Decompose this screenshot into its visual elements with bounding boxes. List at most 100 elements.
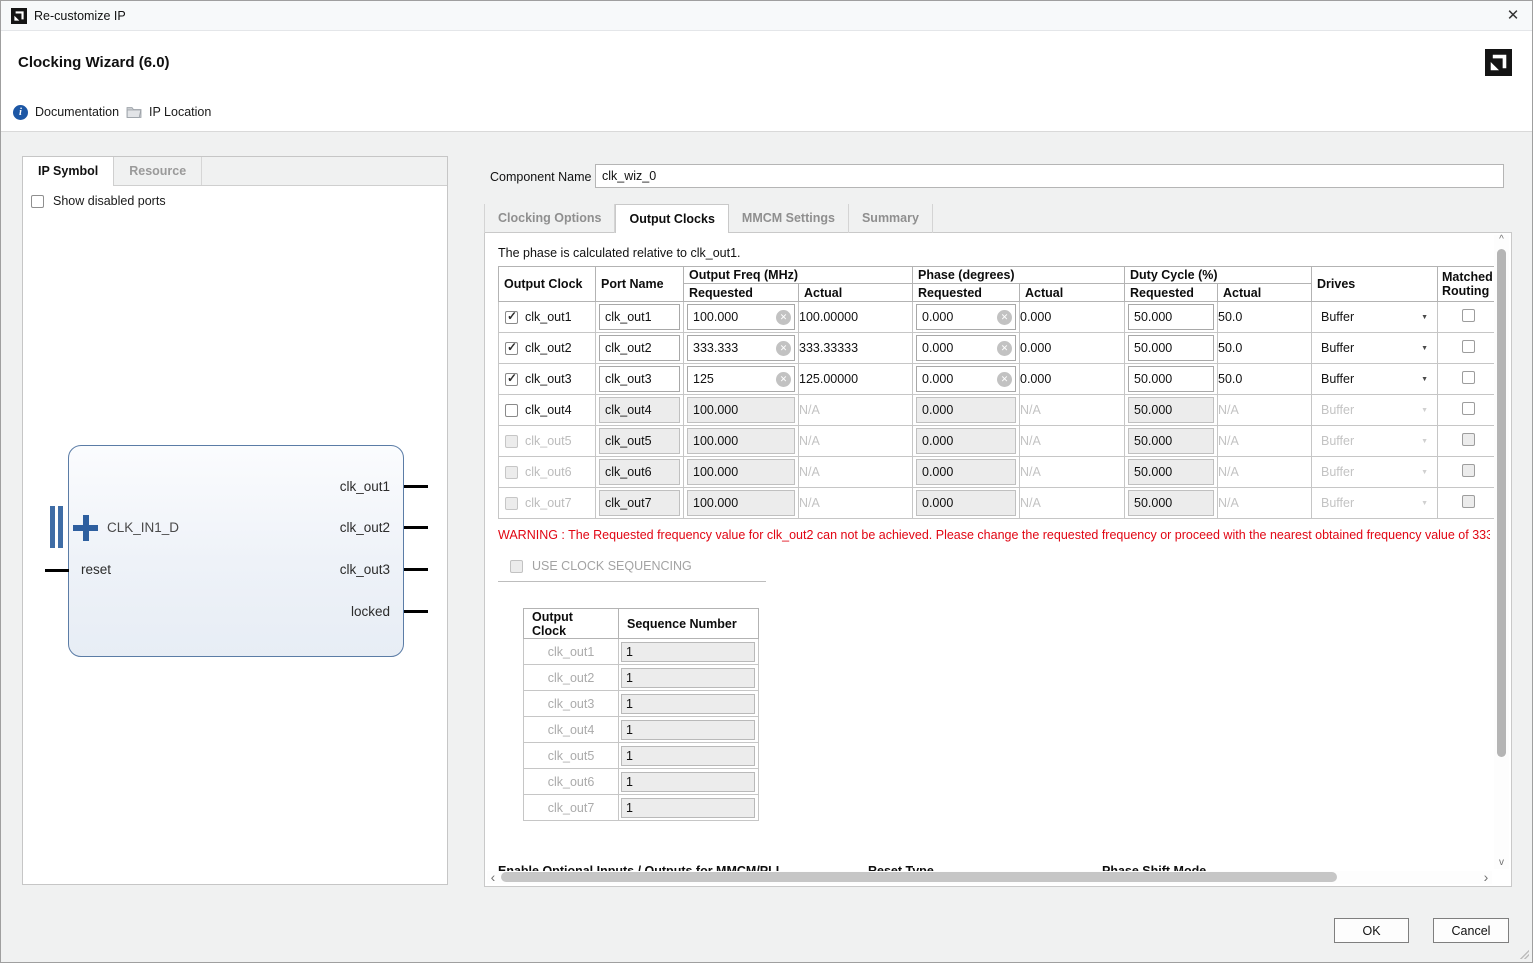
clk-out4-enable-checkbox[interactable] bbox=[505, 404, 518, 417]
clk-out3-enable-checkbox[interactable]: ✓ bbox=[505, 373, 518, 386]
output-clock-label: clk_out3 bbox=[525, 372, 572, 386]
sequence-number-input bbox=[621, 798, 755, 818]
clk-out2-pin-stub bbox=[404, 526, 428, 529]
col-output-freq: Output Freq (MHz) bbox=[684, 267, 913, 284]
table-row: clk_out7 bbox=[524, 795, 759, 821]
vertical-scrollbar-thumb[interactable] bbox=[1497, 249, 1506, 757]
output-clock-label: clk_out5 bbox=[525, 434, 572, 448]
port-name-input[interactable] bbox=[599, 304, 680, 330]
clear-icon[interactable]: ✕ bbox=[997, 372, 1012, 387]
matched-routing-checkbox[interactable] bbox=[1462, 340, 1475, 353]
clk-out5-enable-checkbox bbox=[505, 435, 518, 448]
port-name-input[interactable] bbox=[599, 366, 680, 392]
scroll-down-icon[interactable]: v bbox=[1494, 858, 1509, 869]
duty-actual-value: N/A bbox=[1218, 457, 1312, 488]
port-name-input[interactable] bbox=[599, 335, 680, 361]
phase-requested-input[interactable] bbox=[920, 310, 997, 324]
phase-actual-value: N/A bbox=[1020, 395, 1125, 426]
documentation-label: Documentation bbox=[35, 105, 119, 119]
clear-icon[interactable]: ✕ bbox=[997, 310, 1012, 325]
col-matched-routing: Matched Routing bbox=[1438, 267, 1499, 302]
ip-location-button[interactable]: IP Location bbox=[126, 93, 211, 131]
resize-grip[interactable] bbox=[1519, 949, 1529, 959]
sequence-number-input bbox=[621, 694, 755, 714]
scroll-left-icon[interactable]: ‹ bbox=[487, 871, 499, 884]
duty-requested-input[interactable] bbox=[1132, 372, 1210, 386]
freq-requested-input bbox=[691, 434, 791, 448]
show-disabled-ports-checkbox[interactable]: Show disabled ports bbox=[31, 194, 166, 208]
freq-actual-value: N/A bbox=[799, 426, 913, 457]
table-row: clk_out4 N/A N/A N/A Buffer▼ bbox=[499, 395, 1499, 426]
duty-requested-input[interactable] bbox=[1132, 341, 1210, 355]
sequence-number-input bbox=[621, 668, 755, 688]
settings-panel: Clocking Options Output Clocks MMCM Sett… bbox=[484, 204, 1512, 887]
freq-actual-value: N/A bbox=[799, 457, 913, 488]
phase-requested-input[interactable] bbox=[920, 341, 997, 355]
col-freq-requested: Requested bbox=[684, 284, 799, 302]
matched-routing-checkbox[interactable] bbox=[1462, 402, 1475, 415]
clear-icon[interactable]: ✕ bbox=[776, 341, 791, 356]
scroll-up-icon[interactable]: ^ bbox=[1494, 235, 1509, 246]
col-output-clock: Output Clock bbox=[499, 267, 596, 302]
horizontal-scrollbar-thumb[interactable] bbox=[501, 872, 1337, 882]
ip-block-diagram bbox=[68, 445, 404, 657]
col-drives: Drives bbox=[1312, 267, 1438, 302]
chevron-down-icon: ▼ bbox=[1421, 438, 1428, 445]
freq-actual-value: 333.33333 bbox=[799, 333, 913, 364]
close-icon[interactable]: ✕ bbox=[1501, 5, 1525, 27]
documentation-button[interactable]: i Documentation bbox=[13, 93, 119, 131]
horizontal-scrollbar[interactable]: ‹ › bbox=[487, 871, 1492, 884]
port-clk-out3: clk_out3 bbox=[340, 562, 390, 577]
table-row: clk_out7 N/A N/A N/A Buffer▼ bbox=[499, 488, 1499, 519]
freq-requested-input[interactable] bbox=[691, 372, 776, 386]
component-name-input[interactable] bbox=[595, 164, 1504, 188]
output-clocks-table: Output Clock Port Name Output Freq (MHz)… bbox=[498, 266, 1499, 519]
clear-icon[interactable]: ✕ bbox=[776, 310, 791, 325]
tab-clocking-options[interactable]: Clocking Options bbox=[484, 204, 615, 233]
matched-routing-checkbox[interactable] bbox=[1462, 495, 1475, 508]
port-locked: locked bbox=[351, 604, 390, 619]
tab-output-clocks[interactable]: Output Clocks bbox=[615, 204, 728, 233]
cancel-button[interactable]: Cancel bbox=[1433, 918, 1509, 943]
drives-dropdown: Buffer▼ bbox=[1312, 434, 1437, 448]
expand-plus-icon[interactable] bbox=[83, 515, 89, 541]
tab-mmcm-settings[interactable]: MMCM Settings bbox=[729, 204, 849, 233]
tab-ip-symbol[interactable]: IP Symbol bbox=[23, 157, 114, 186]
port-reset: reset bbox=[81, 562, 111, 577]
phase-actual-value: 0.000 bbox=[1020, 333, 1125, 364]
seq-clock-label: clk_out4 bbox=[524, 723, 618, 737]
phase-note: The phase is calculated relative to clk_… bbox=[498, 246, 741, 260]
clk-out1-enable-checkbox[interactable]: ✓ bbox=[505, 311, 518, 324]
drives-dropdown[interactable]: Buffer▼ bbox=[1312, 310, 1437, 324]
clear-icon[interactable]: ✕ bbox=[776, 372, 791, 387]
drives-dropdown: Buffer▼ bbox=[1312, 465, 1437, 479]
matched-routing-checkbox[interactable] bbox=[1462, 464, 1475, 477]
chevron-down-icon: ▼ bbox=[1421, 407, 1428, 414]
freq-actual-value: 100.00000 bbox=[799, 302, 913, 333]
toolbar: i Documentation IP Location bbox=[1, 93, 1532, 132]
duty-requested-input[interactable] bbox=[1132, 310, 1210, 324]
drives-dropdown[interactable]: Buffer▼ bbox=[1312, 372, 1437, 386]
matched-routing-checkbox[interactable] bbox=[1462, 433, 1475, 446]
matched-routing-checkbox[interactable] bbox=[1462, 309, 1475, 322]
clk-out2-enable-checkbox[interactable]: ✓ bbox=[505, 342, 518, 355]
table-row: clk_out5 bbox=[524, 743, 759, 769]
matched-routing-checkbox[interactable] bbox=[1462, 371, 1475, 384]
scroll-right-icon[interactable]: › bbox=[1480, 871, 1492, 884]
tab-summary[interactable]: Summary bbox=[849, 204, 933, 233]
warning-message: WARNING : The Requested frequency value … bbox=[498, 528, 1490, 542]
drives-dropdown[interactable]: Buffer▼ bbox=[1312, 341, 1437, 355]
duty-actual-value: 50.0 bbox=[1218, 364, 1312, 395]
window-title: Re-customize IP bbox=[34, 9, 126, 23]
ok-button[interactable]: OK bbox=[1334, 918, 1409, 943]
freq-requested-input[interactable] bbox=[691, 310, 776, 324]
vertical-scrollbar[interactable]: ^ v bbox=[1494, 235, 1509, 869]
phase-requested-input[interactable] bbox=[920, 372, 997, 386]
page-title: Clocking Wizard (6.0) bbox=[18, 54, 170, 71]
sequence-number-input bbox=[621, 746, 755, 766]
freq-requested-input[interactable] bbox=[691, 341, 776, 355]
table-row: ✓clk_out2 ✕ 333.33333 ✕ 0.000 50.0 Buffe… bbox=[499, 333, 1499, 364]
clear-icon[interactable]: ✕ bbox=[997, 341, 1012, 356]
checkbox-box bbox=[510, 560, 523, 573]
tab-resource[interactable]: Resource bbox=[114, 157, 202, 185]
